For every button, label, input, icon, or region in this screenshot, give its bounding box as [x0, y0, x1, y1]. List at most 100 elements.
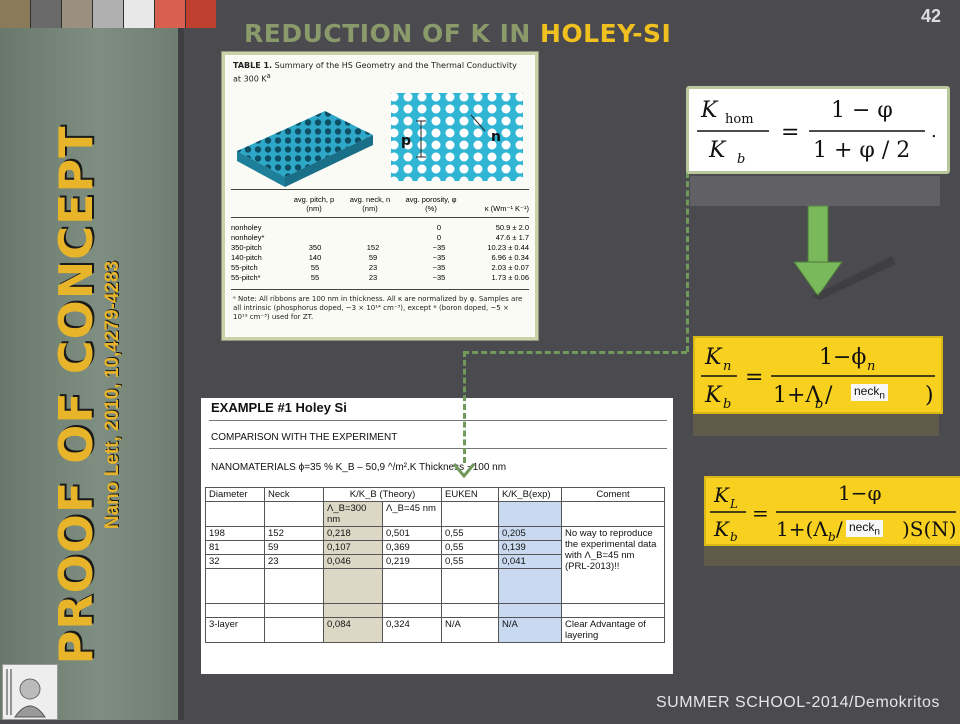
table-cell [561, 603, 665, 618]
svg-text:K: K [713, 483, 730, 507]
panel-divider [178, 0, 184, 720]
table-cell: 0,084 [323, 617, 383, 643]
table-subheader: Λ_B=300 nm [323, 501, 383, 527]
table1-cell: 152 [366, 243, 380, 252]
rule [209, 420, 667, 421]
table-cell [382, 568, 442, 604]
table-cell: 0,218 [323, 526, 383, 541]
table-cell [498, 568, 562, 604]
formula-reflection [690, 176, 940, 206]
svg-text:/: / [836, 517, 843, 541]
svg-text:K: K [704, 383, 723, 408]
page-number: 42 [921, 6, 942, 26]
example-subtitle: COMPARISON WITH THE EXPERIMENT [211, 432, 398, 443]
table-comment-cell: No way to reproduce the experimental dat… [561, 526, 665, 604]
svg-text:K: K [700, 98, 719, 123]
thumbnail-image [124, 0, 154, 28]
example-title: EXAMPLE #1 Holey Si [211, 400, 347, 415]
rule [209, 448, 667, 449]
table1-cell: 140-pitch [231, 253, 262, 262]
comparison-table: Diameter Neck K/K_B (Theory) EUKEN K/K_B… [205, 487, 665, 643]
table1-cell: ~35 [432, 253, 446, 262]
neck-symbol: n [491, 129, 501, 145]
table1-cell: 23 [368, 273, 378, 282]
vertical-title-main: PROOF OF CONCEPT [49, 125, 103, 665]
table-cell: 0,205 [498, 526, 562, 541]
svg-text:1 + φ / 2: 1 + φ / 2 [813, 138, 910, 163]
table-cell [441, 501, 499, 527]
table1-cell: 2.03 ± 0.07 [491, 263, 529, 272]
example-card: EXAMPLE #1 Holey Si COMPARISON WITH THE … [201, 398, 673, 674]
table1-row: nonholey 0 50.9 ± 2.0 [231, 223, 529, 233]
vertical-title: PROOF OF CONCEPT Nano Lett, 2010, 10,427… [40, 126, 136, 665]
svg-text:=: = [745, 365, 763, 390]
table-row: 3-layer 0,084 0,324 N/A N/A Clear Advant… [205, 617, 665, 643]
table1-cell: 50.9 ± 2.0 [495, 223, 529, 232]
table-cell [264, 501, 324, 527]
table-header: EUKEN [441, 487, 499, 502]
svg-text:)S(N): )S(N) [902, 517, 957, 541]
table1-row: 55-pitch 55 23 ~35 2.03 ± 0.07 [231, 263, 529, 273]
table-cell [498, 603, 562, 618]
neck-label: neckn [846, 520, 883, 538]
dashed-connector [463, 351, 466, 463]
svg-text:1−ϕ: 1−ϕ [819, 345, 866, 370]
table-cell [441, 603, 499, 618]
svg-text:1−φ: 1−φ [838, 481, 882, 505]
table1-cell: 0 [436, 233, 442, 242]
table-cell: 0,324 [382, 617, 442, 643]
table-cell: 23 [264, 554, 324, 569]
table1-cell: 140 [308, 253, 322, 262]
svg-text:hom: hom [725, 112, 754, 127]
slide-title: REDUCTION OF K IN HOLEY-SI [244, 19, 672, 48]
neck-label: neckn [851, 384, 888, 402]
table-cell: N/A [498, 617, 562, 643]
svg-text:K: K [704, 345, 723, 370]
table-cell: 32 [205, 554, 265, 569]
table1-cell: 55-pitch* [231, 273, 261, 282]
table1-cell: 6.96 ± 0.34 [491, 253, 529, 262]
table-comment-cell: Clear Advantage of layering [561, 617, 665, 643]
svg-text:1+(Λ: 1+(Λ [776, 517, 828, 541]
table-cell: 0,55 [441, 540, 499, 555]
table-cell: 152 [264, 526, 324, 541]
table-cell: 198 [205, 526, 265, 541]
table-header: Neck [264, 487, 324, 502]
table-cell [205, 501, 265, 527]
svg-text:b: b [723, 397, 731, 412]
svg-text:L: L [729, 497, 738, 511]
svg-text:=: = [752, 501, 769, 525]
table-cell: 0,369 [382, 540, 442, 555]
table1-rule [231, 189, 529, 190]
table-cell: 0,501 [382, 526, 442, 541]
formula-reflection [693, 414, 939, 436]
table-cell [441, 568, 499, 604]
svg-text:b: b [828, 530, 836, 544]
arrow-shadow [812, 256, 896, 300]
table1-cell: 0 [436, 223, 442, 232]
table1-cell: 10.23 ± 0.44 [487, 243, 529, 252]
svg-text:/: / [825, 383, 833, 408]
formula-layered: K L K b = 1−φ 1+(Λ b / )S(N) neckn [704, 476, 960, 546]
table-cell [264, 603, 324, 618]
svg-text:n: n [867, 359, 875, 374]
footer-text: SUMMER SCHOOL-2014/Demokritos [656, 694, 940, 711]
table1-row: 55-pitch* 55 23 ~35 1.73 ± 0.06 [231, 273, 529, 283]
table1-note: ᵃ Note: All ribbons are 100 nm in thickn… [233, 295, 523, 321]
table1-cell: nonholey [231, 223, 262, 232]
formula-svg: K n K b = 1−ϕ n 1+Λ b / ) [701, 345, 935, 412]
table1-cell: 350 [308, 243, 322, 252]
table1-row: nonholey* 0 47.6 ± 1.7 [231, 233, 529, 243]
table-header-row: Diameter Neck K/K_B (Theory) EUKEN K/K_B… [205, 487, 665, 502]
table-header: K/K_B (Theory) [323, 487, 442, 502]
header-thumbnails [0, 0, 216, 28]
svg-text:b: b [730, 530, 738, 544]
table-cell [382, 603, 442, 618]
table1-cell: 55 [310, 273, 320, 282]
table-spacer-row [205, 603, 665, 618]
table-cell: 0,55 [441, 526, 499, 541]
formula-homogenized: K hom K b = 1 − φ 1 + φ / 2 . [686, 86, 950, 174]
thumbnail-image [93, 0, 123, 28]
table1-rule [231, 217, 529, 218]
table1-cell: 59 [368, 253, 378, 262]
